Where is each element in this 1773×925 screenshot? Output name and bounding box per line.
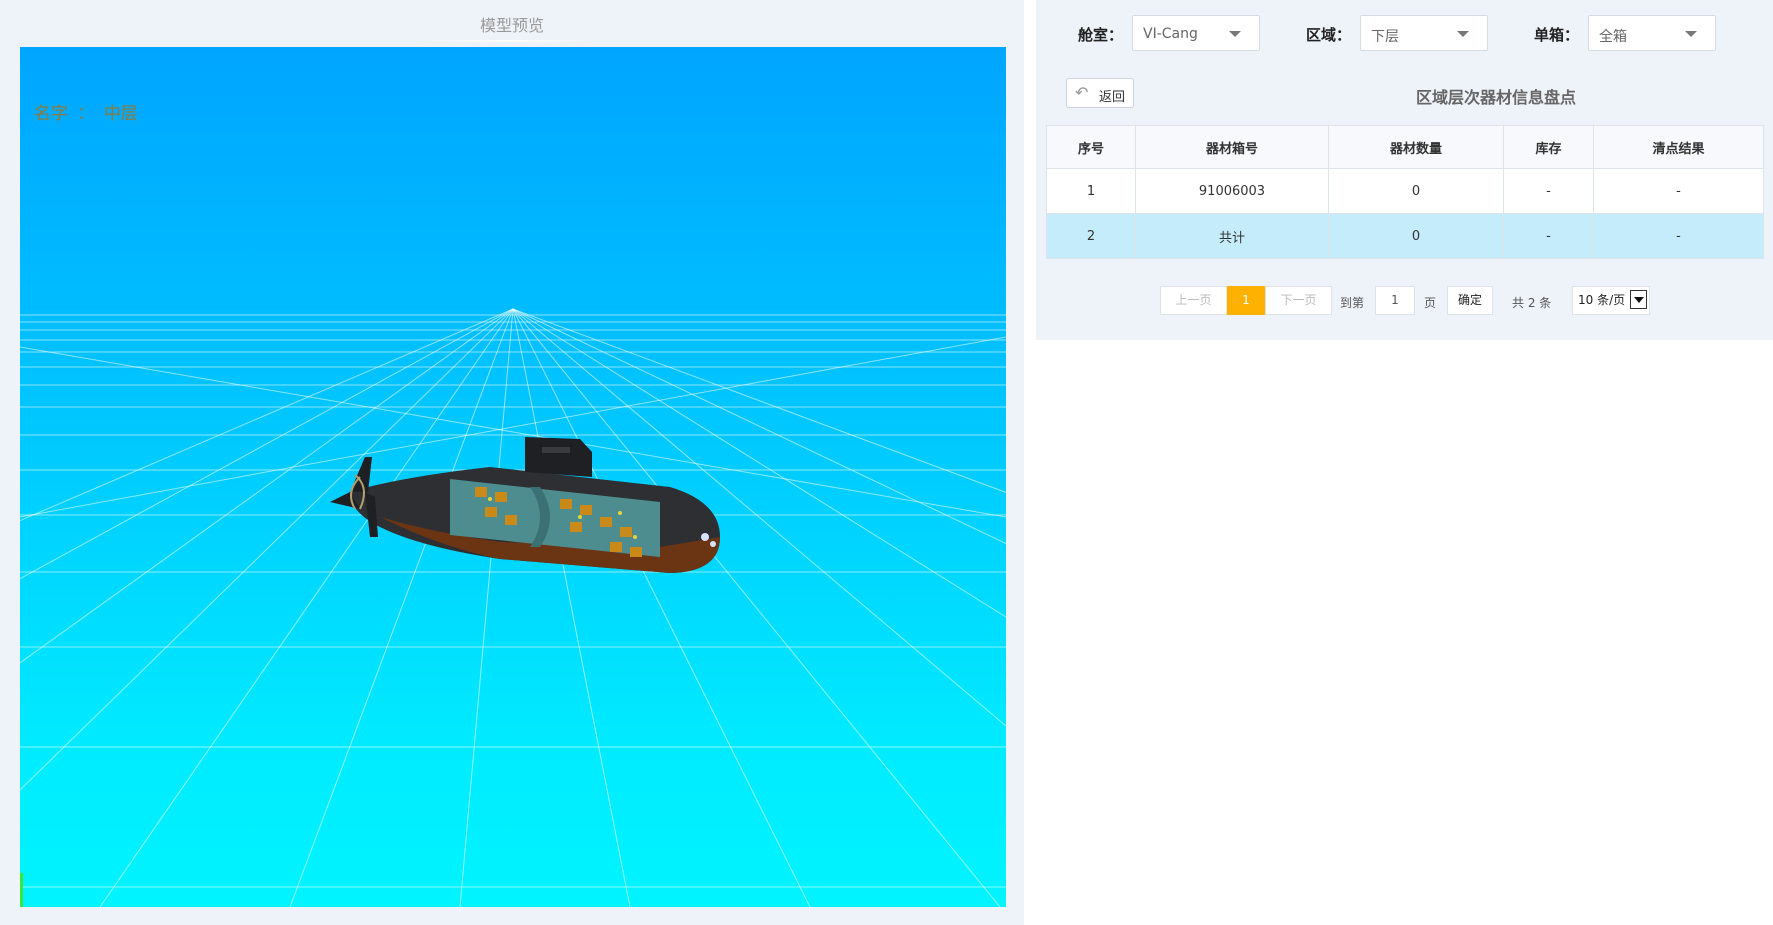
overlay-key: 名字 [34,104,68,124]
prev-page-button[interactable]: 上一页 [1160,286,1227,315]
axis-indicator [20,873,23,907]
table-cell: 1 [1046,168,1136,214]
submarine-model[interactable] [20,47,1006,907]
overlay-label: 名字 ： 中层 [34,99,142,124]
area-label: 区域： [1306,26,1352,44]
column-header-result: 清点结果 [1593,125,1764,169]
back-button[interactable]: ↶ 返回 [1066,78,1134,108]
table-header-row: 序号 器材箱号 器材数量 库存 清点结果 [1046,125,1764,169]
table-cell: - [1593,168,1764,214]
column-header-box-number: 器材箱号 [1135,125,1329,169]
area-select-value: 下层 [1371,29,1399,45]
table-cell: - [1593,213,1764,259]
box-select-value: 全箱 [1599,29,1627,45]
cabin-select[interactable]: VI-Cang [1132,15,1260,51]
column-header-stock: 库存 [1503,125,1594,169]
table-row[interactable]: 1 91006003 0 - - [1046,168,1764,214]
cabin-select-value: VI-Cang [1143,26,1198,42]
inventory-table: 序号 器材箱号 器材数量 库存 清点结果 1 91006003 0 - - 2 … [1046,125,1764,259]
column-header-quantity: 器材数量 [1328,125,1504,169]
table-cell: 91006003 [1135,168,1329,214]
back-arrow-icon: ↶ [1075,83,1089,102]
section-title: 区域层次器材信息盘点 [1415,88,1576,107]
table-cell: 0 [1328,213,1504,259]
next-page-button[interactable]: 下一页 [1265,286,1332,315]
page-unit-label: 页 [1424,296,1437,310]
table-cell: - [1503,168,1594,214]
confirm-button[interactable]: 确定 [1447,286,1493,315]
table-cell: 共计 [1135,213,1329,259]
3d-viewport[interactable]: 名字 ： 中层 [20,47,1006,907]
column-header-index: 序号 [1046,125,1136,169]
box-select[interactable]: 全箱 [1588,15,1716,51]
chevron-down-icon [1630,290,1647,309]
model-preview-panel: 模型预览 名字 ： 中层 [0,0,1024,925]
overlay-separator: ： [77,104,95,124]
table-cell: 0 [1328,168,1504,214]
preview-title-underline [424,40,594,42]
box-label: 单箱： [1534,26,1580,44]
goto-page-input[interactable]: 1 [1375,286,1415,315]
back-button-label: 返回 [1099,90,1126,105]
overlay-value: 中层 [103,104,138,124]
page-size-select[interactable]: 10 条/页 [1572,286,1650,315]
total-count: 共 2 条 [1512,296,1552,310]
cabin-label: 舱室： [1078,26,1124,44]
table-cell: 2 [1046,213,1136,259]
page-size-value: 10 条/页 [1578,293,1626,307]
chevron-down-icon [1685,31,1697,37]
chevron-down-icon [1229,31,1241,37]
chevron-down-icon [1457,31,1469,37]
goto-label: 到第 [1340,296,1365,310]
table-cell: - [1503,213,1594,259]
page-number-button[interactable]: 1 [1227,286,1265,315]
preview-title: 模型预览 [479,16,544,35]
table-row[interactable]: 2 共计 0 - - [1046,213,1764,259]
area-select[interactable]: 下层 [1360,15,1488,51]
